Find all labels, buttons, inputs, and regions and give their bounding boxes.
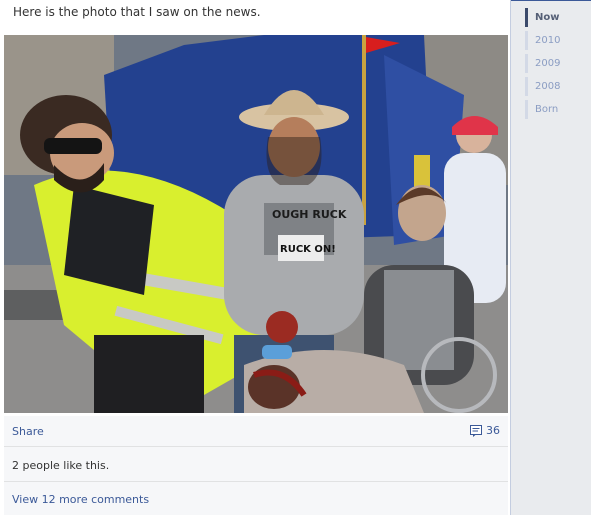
likes-summary: 2 people like this. [4, 447, 508, 482]
comments-summary: View 12 more comments [4, 482, 508, 515]
timeline-item-label: 2008 [535, 81, 561, 92]
timeline-item-now[interactable]: Now [522, 6, 588, 29]
timeline-item-label: Now [535, 12, 560, 23]
shirt-text-bottom: RUCK ON! [280, 244, 336, 255]
comment-count-value: 36 [486, 424, 500, 437]
timeline-navigation: Now 2010 2009 2008 Born [522, 6, 588, 121]
shirt-text-top: OUGH RUCK [272, 208, 347, 221]
share-link[interactable]: Share [12, 425, 44, 438]
likes-text[interactable]: 2 people like this. [12, 459, 109, 472]
news-feed-post: Here is the photo that I saw on the news… [0, 0, 511, 515]
timeline-item-label: 2010 [535, 35, 561, 46]
view-more-comments-link[interactable]: View 12 more comments [12, 493, 149, 506]
photo-illustration: OUGH RUCK RUCK ON! [4, 35, 508, 413]
timeline-item-label: Born [535, 104, 559, 115]
timeline-marker [525, 100, 528, 119]
timeline-item-born[interactable]: Born [522, 98, 588, 121]
post-actions: Share 36 [4, 416, 508, 447]
timeline-marker [525, 54, 528, 73]
timeline-marker [525, 8, 528, 27]
post-photo[interactable]: OUGH RUCK RUCK ON! [4, 35, 508, 413]
timeline-marker [525, 31, 528, 50]
timeline-item-label: 2009 [535, 58, 561, 69]
timeline-marker [525, 77, 528, 96]
timeline-item-2009[interactable]: 2009 [522, 52, 588, 75]
comment-icon [470, 424, 482, 437]
post-caption: Here is the photo that I saw on the news… [13, 5, 261, 19]
timeline-item-2010[interactable]: 2010 [522, 29, 588, 52]
comment-count-button[interactable]: 36 [470, 424, 500, 437]
timeline-item-2008[interactable]: 2008 [522, 75, 588, 98]
